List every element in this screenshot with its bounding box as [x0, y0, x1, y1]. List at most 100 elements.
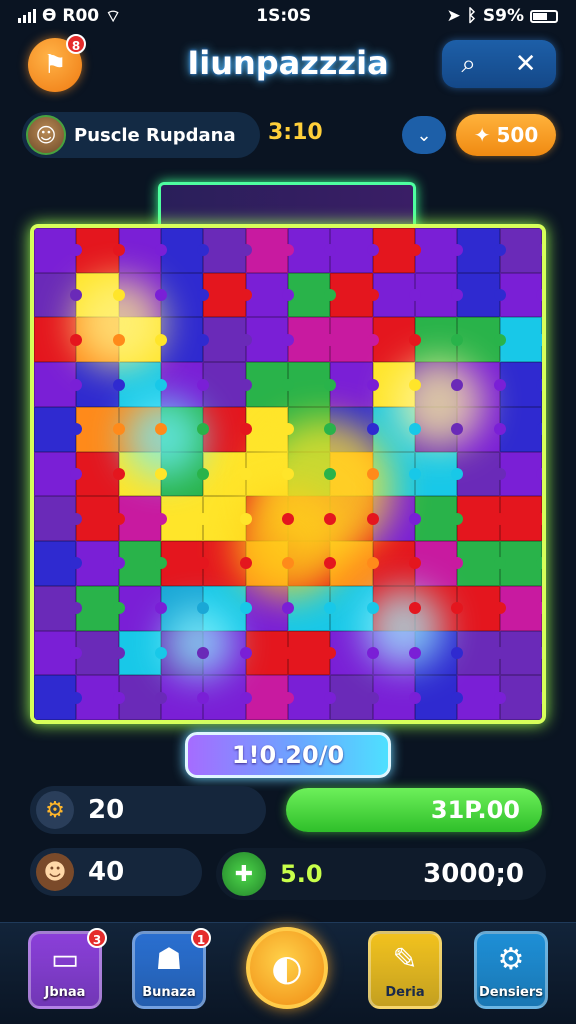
puzzle-piece[interactable] [499, 541, 542, 586]
puzzle-piece[interactable] [34, 675, 83, 720]
puzzle-piece[interactable] [76, 541, 126, 586]
puzzle-piece[interactable] [499, 272, 542, 318]
puzzle-piece[interactable] [34, 451, 83, 497]
puzzle-piece[interactable] [245, 317, 295, 363]
puzzle-piece[interactable] [245, 675, 295, 720]
puzzle-piece[interactable] [76, 228, 126, 273]
puzzle-piece[interactable] [203, 362, 253, 407]
puzzle-piece[interactable] [203, 675, 253, 720]
green-bar[interactable]: 31P.00 [286, 788, 542, 832]
puzzle-piece[interactable] [203, 585, 253, 631]
puzzle-piece[interactable] [330, 362, 380, 407]
puzzle-piece[interactable] [372, 630, 422, 676]
puzzle-piece[interactable] [245, 272, 295, 318]
puzzle-piece[interactable] [76, 451, 126, 497]
puzzle-piece[interactable] [245, 496, 295, 542]
puzzle-piece[interactable] [34, 362, 83, 407]
puzzle-piece[interactable] [34, 630, 83, 676]
dropdown-button[interactable]: ⌄ [402, 116, 446, 154]
puzzle-piece[interactable] [76, 272, 126, 318]
puzzle-piece[interactable] [118, 317, 168, 363]
puzzle-piece[interactable] [457, 272, 507, 318]
puzzle-piece[interactable] [203, 630, 253, 676]
puzzle-piece[interactable] [330, 496, 380, 542]
search-icon[interactable]: ⌕ [461, 49, 476, 80]
puzzle-piece[interactable] [287, 675, 337, 720]
puzzle-piece[interactable] [287, 317, 337, 363]
nav-item-densiers[interactable]: ⚙ Densiers [474, 931, 548, 1009]
puzzle-piece[interactable] [245, 362, 295, 407]
puzzle-piece[interactable] [499, 496, 542, 542]
puzzle-piece[interactable] [414, 630, 464, 676]
puzzle-piece[interactable] [414, 228, 464, 273]
puzzle-piece[interactable] [160, 451, 210, 497]
puzzle-piece[interactable] [414, 451, 464, 497]
puzzle-piece[interactable] [287, 406, 337, 452]
puzzle-piece[interactable] [372, 496, 422, 542]
puzzle-piece[interactable] [118, 272, 168, 318]
flag-button[interactable]: ⚑ 8 [28, 34, 86, 92]
puzzle-piece[interactable] [203, 541, 253, 586]
puzzle-piece[interactable] [76, 630, 126, 676]
puzzle-piece[interactable] [414, 541, 464, 586]
puzzle-piece[interactable] [34, 228, 83, 273]
puzzle-piece[interactable] [287, 630, 337, 676]
puzzle-piece[interactable] [34, 585, 83, 631]
puzzle-piece[interactable] [330, 406, 380, 452]
puzzle-piece[interactable] [287, 451, 337, 497]
puzzle-piece[interactable] [330, 451, 380, 497]
puzzle-piece[interactable] [499, 362, 542, 407]
puzzle-piece[interactable] [118, 362, 168, 407]
puzzle-piece[interactable] [372, 675, 422, 720]
puzzle-piece[interactable] [499, 630, 542, 676]
puzzle-piece[interactable] [414, 362, 464, 407]
puzzle-piece[interactable] [499, 675, 542, 720]
puzzle-piece[interactable] [118, 675, 168, 720]
puzzle-piece[interactable] [76, 496, 126, 542]
puzzle-piece[interactable] [287, 362, 337, 407]
puzzle-piece[interactable] [160, 541, 210, 586]
puzzle-piece[interactable] [330, 675, 380, 720]
nav-item-bunaza[interactable]: ☗ Bunaza 1 [132, 928, 211, 1009]
puzzle-piece[interactable] [330, 630, 380, 676]
puzzle-piece[interactable] [118, 496, 168, 542]
puzzle-piece[interactable] [372, 585, 422, 631]
puzzle-piece[interactable] [330, 272, 380, 318]
puzzle-piece[interactable] [287, 585, 337, 631]
puzzle-piece[interactable] [372, 451, 422, 497]
puzzle-piece[interactable] [160, 272, 210, 318]
puzzle-piece[interactable] [34, 541, 83, 586]
puzzle-board[interactable] [30, 224, 546, 724]
puzzle-piece[interactable] [160, 228, 210, 273]
puzzle-piece[interactable] [118, 406, 168, 452]
puzzle-piece[interactable] [330, 228, 380, 273]
puzzle-piece[interactable] [457, 585, 507, 631]
puzzle-piece[interactable] [76, 406, 126, 452]
puzzle-piece[interactable] [203, 317, 253, 363]
close-icon[interactable]: ✕ [515, 49, 537, 79]
puzzle-piece[interactable] [457, 541, 507, 586]
puzzle-piece[interactable] [330, 541, 380, 586]
puzzle-piece[interactable] [76, 675, 126, 720]
puzzle-piece[interactable] [457, 496, 507, 542]
puzzle-piece[interactable] [457, 317, 507, 363]
puzzle-piece[interactable] [245, 585, 295, 631]
puzzle-piece[interactable] [203, 272, 253, 318]
puzzle-piece[interactable] [76, 585, 126, 631]
puzzle-piece[interactable] [160, 675, 210, 720]
puzzle-piece[interactable] [118, 585, 168, 631]
puzzle-piece[interactable] [372, 317, 422, 363]
puzzle-piece[interactable] [118, 630, 168, 676]
puzzle-piece[interactable] [499, 317, 542, 363]
puzzle-piece[interactable] [372, 272, 422, 318]
puzzle-piece[interactable] [203, 496, 253, 542]
puzzle-piece[interactable] [330, 585, 380, 631]
bonus-pill[interactable]: ✚ 5.0 3000;0 [216, 848, 546, 900]
puzzle-piece[interactable] [245, 451, 295, 497]
puzzle-piece[interactable] [457, 406, 507, 452]
puzzle-piece[interactable] [34, 272, 83, 318]
puzzle-piece[interactable] [203, 451, 253, 497]
puzzle-piece[interactable] [76, 317, 126, 363]
puzzle-piece[interactable] [287, 496, 337, 542]
puzzle-piece[interactable] [414, 675, 464, 720]
